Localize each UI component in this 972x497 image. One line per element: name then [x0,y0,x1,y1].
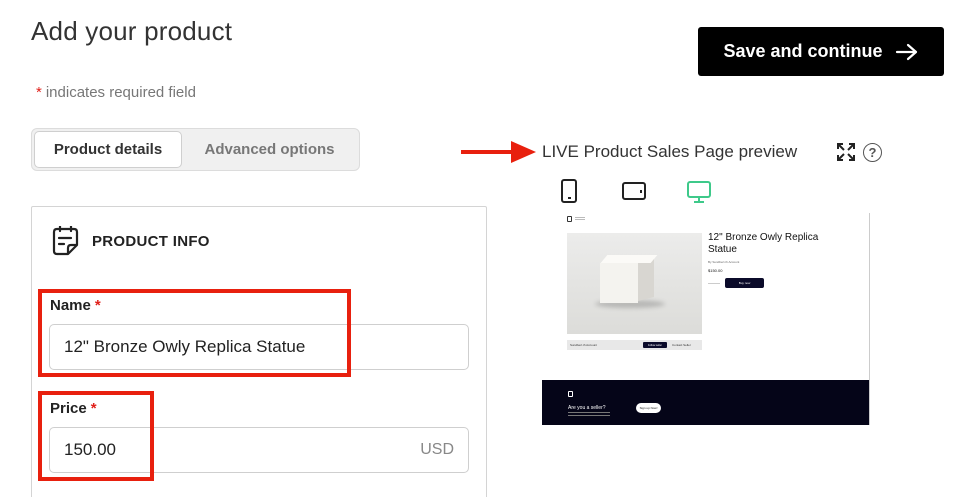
price-input[interactable]: 150.00 USD [49,427,469,473]
arrow-right-icon [895,43,917,60]
preview-quantity [708,280,720,284]
preview-box-front [600,263,638,303]
preview-footer-text-lines [568,412,610,413]
help-icon[interactable]: ? [863,143,882,162]
preview-buy-button: Buy now [725,278,764,288]
name-required-star: * [94,297,101,314]
product-info-card: PRODUCT INFO Name * 12" Bronze Owly Repli… [31,206,487,497]
note-icon [52,226,79,256]
preview-product-image [567,233,702,334]
name-input[interactable]: 12" Bronze Owly Replica Statue [49,324,469,370]
price-label-text: Price [50,400,87,417]
expand-icon[interactable] [837,143,855,161]
required-note-text: indicates required field [45,84,196,101]
preview-footer-logo-icon [568,391,573,397]
annotation-arrow-icon [461,141,536,163]
desktop-icon[interactable] [686,180,712,204]
page-title: Add your product [31,16,233,46]
preview-product-title: 12" Bronze Owly Replica Statue [708,232,819,255]
tab-product-details[interactable]: Product details [34,131,182,168]
live-preview-frame: 12" Bronze Owly Replica Statue By Sundbe… [542,213,870,425]
preview-by-line: By Sundbert.th Account [708,260,740,264]
name-label-text: Name [50,297,91,314]
preview-logo-icon [567,216,572,222]
preview-box-side [638,257,654,301]
name-label: Name * [50,297,101,314]
price-required-star: * [90,400,97,417]
preview-contact-link: Contact Seller [672,343,691,347]
product-info-header: PRODUCT INFO [51,226,210,257]
preview-label: LIVE Product Sales Page preview [542,142,798,161]
save-and-continue-button[interactable]: Save and continue [698,27,944,76]
product-tabs: Product details Advanced options [31,128,360,171]
preview-price: $150.00 [708,268,723,273]
currency-suffix: USD [420,441,454,458]
preview-footer: Are you a seller? Sign up Now! [542,380,869,425]
preview-signup-button: Sign up Now! [636,403,661,413]
product-info-title: PRODUCT INFO [92,233,210,250]
preview-follow-button: Follow seller [643,342,667,348]
phone-icon[interactable] [561,179,577,203]
tab-advanced-options[interactable]: Advanced options [182,131,357,168]
price-label: Price * [50,400,97,417]
preview-seller-name: Sundbert.th Account [570,343,598,347]
preview-footer-question: Are you a seller? [568,405,606,411]
name-input-value: 12" Bronze Owly Replica Statue [64,337,306,356]
required-field-note: * indicates required field [36,84,196,101]
preview-logo-text [575,217,585,218]
tablet-icon[interactable] [622,182,646,200]
price-input-value: 150.00 [64,440,116,459]
preview-box-top [600,255,658,263]
preview-seller-bar: Sundbert.th Account Follow seller Contac… [567,340,702,350]
required-star: * [36,84,42,101]
save-button-label: Save and continue [723,41,883,61]
